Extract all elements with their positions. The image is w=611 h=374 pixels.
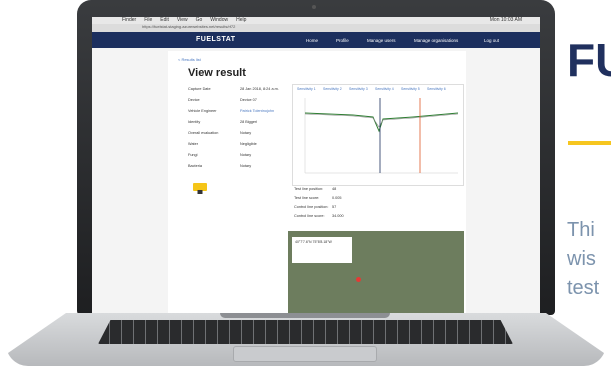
page-content: < Results list View result Capture Date 2… — [168, 51, 466, 313]
tab-sensitivity-2[interactable]: Sensitivity 2 — [323, 87, 342, 91]
browser-url-bar[interactable]: https://fuelstat-staging.azurewebsites.n… — [92, 24, 540, 32]
nav-logout[interactable]: Log out — [484, 38, 499, 43]
test-row: Control line position: 57 — [294, 205, 394, 214]
laptop-screen: Finder File Edit View Go Window Help Mon 10:03… — [92, 17, 540, 313]
field-label: Bacteria — [188, 164, 202, 168]
tab-sensitivity-5[interactable]: Sensitivity 5 — [401, 87, 420, 91]
tab-sensitivity-3[interactable]: Sensitivity 3 — [349, 87, 368, 91]
field-label: Capture Date — [188, 87, 211, 91]
test-label: Test line score: — [294, 196, 320, 200]
menu-file[interactable]: File — [144, 17, 152, 23]
test-value: 57 — [332, 205, 337, 209]
map-coordinates: 40°7'7.6"N 75°8'8.18"W — [295, 240, 332, 244]
test-value: 48 — [332, 187, 337, 191]
test-fields: Test line position: 48 Test line score: 0.… — [294, 187, 394, 223]
sensor-chart: Sensitivity 1 Sensitivity 2 Sensitivity … — [292, 84, 464, 186]
field-value: Negligible — [240, 142, 257, 146]
field-value: 28 Jan 2018, 8:24 a.m. — [240, 87, 279, 91]
nav-profile[interactable]: Profile — [336, 38, 349, 43]
marketing-title: FU — [567, 34, 611, 86]
title-underline — [568, 141, 611, 145]
field-label: Overall evaluation — [188, 131, 219, 135]
field-row: Bacteria Notary — [188, 164, 288, 175]
test-label: Control line position: — [294, 205, 329, 209]
tab-sensitivity-1[interactable]: Sensitivity 1 — [297, 87, 316, 91]
url-text: https://fuelstat-staging.azurewebsites.n… — [142, 24, 236, 29]
field-row: Device Device 07 — [188, 98, 288, 109]
test-value: 34.000 — [332, 214, 344, 218]
test-row: Control line score: 34.000 — [294, 214, 394, 223]
field-row: Overall evaluation Notary — [188, 131, 288, 142]
page-title: View result — [188, 67, 246, 79]
menu-go[interactable]: Go — [196, 17, 203, 23]
menu-help[interactable]: Help — [236, 17, 246, 23]
brand-logo[interactable]: FUELSTAT — [196, 36, 236, 43]
menu-view[interactable]: View — [177, 17, 188, 23]
desc-line: Thi — [567, 219, 595, 241]
field-label: Identity — [188, 120, 201, 124]
menu-window[interactable]: Window — [210, 17, 228, 23]
desc-line: test — [567, 277, 600, 299]
test-row: Test line score: 0.005 — [294, 196, 394, 205]
field-label: Vehicle Engineer — [188, 109, 217, 113]
nav-manage-users[interactable]: Manage users — [367, 38, 396, 43]
tab-sensitivity-4[interactable]: Sensitivity 4 — [375, 87, 394, 91]
field-value: 28 Biggerl — [240, 120, 258, 124]
menu-finder[interactable]: Finder — [122, 17, 136, 23]
field-value: Notary — [240, 131, 252, 135]
test-label: Control line score: — [294, 214, 325, 218]
tab-sensitivity-6[interactable]: Sensitivity 6 — [427, 87, 446, 91]
test-row: Test line position: 48 — [294, 187, 394, 196]
field-row: Identity 28 Biggerl — [188, 120, 288, 131]
keyboard — [98, 320, 513, 344]
marketing-description: Thi wis test — [567, 216, 611, 303]
field-row: Fungi Notary — [188, 153, 288, 164]
test-value: 0.005 — [332, 196, 342, 200]
test-label: Test line position: — [294, 187, 324, 191]
print-icon — [197, 190, 203, 194]
laptop-hinge — [220, 313, 390, 318]
field-value: Device 07 — [240, 98, 257, 102]
map-info-card: 40°7'7.6"N 75°8'8.18"W — [292, 237, 352, 263]
breadcrumb[interactable]: < Results list — [178, 57, 201, 62]
field-value: Notary — [240, 164, 252, 168]
field-label: Water — [188, 142, 198, 146]
field-row: Capture Date 28 Jan 2018, 8:24 a.m. — [188, 87, 288, 98]
print-button[interactable] — [193, 183, 207, 194]
field-value: Notary — [240, 153, 252, 157]
desc-line: wis — [567, 248, 596, 270]
location-map[interactable]: 40°7'7.6"N 75°8'8.18"W — [288, 231, 464, 313]
field-value[interactable]: Patrick Tolentnojohn — [240, 109, 274, 120]
line-chart — [304, 98, 459, 174]
result-fields: Capture Date 28 Jan 2018, 8:24 a.m. Devic… — [188, 87, 288, 175]
menu-edit[interactable]: Edit — [160, 17, 169, 23]
webcam — [312, 5, 316, 9]
nav-home[interactable]: Home — [306, 38, 318, 43]
field-label: Fungi — [188, 153, 198, 157]
field-row: Water Negligible — [188, 142, 288, 153]
nav-manage-organisations[interactable]: Manage organisations — [414, 38, 458, 43]
trackpad — [233, 346, 377, 362]
map-pin-icon — [356, 277, 361, 282]
mac-menubar: Finder File Edit View Go Window Help Mon 10:03… — [92, 17, 540, 24]
field-label: Device — [188, 98, 200, 102]
field-row: Vehicle Engineer Patrick Tolentnojohn — [188, 109, 288, 120]
clock: Mon 10:03 AM — [489, 17, 522, 23]
